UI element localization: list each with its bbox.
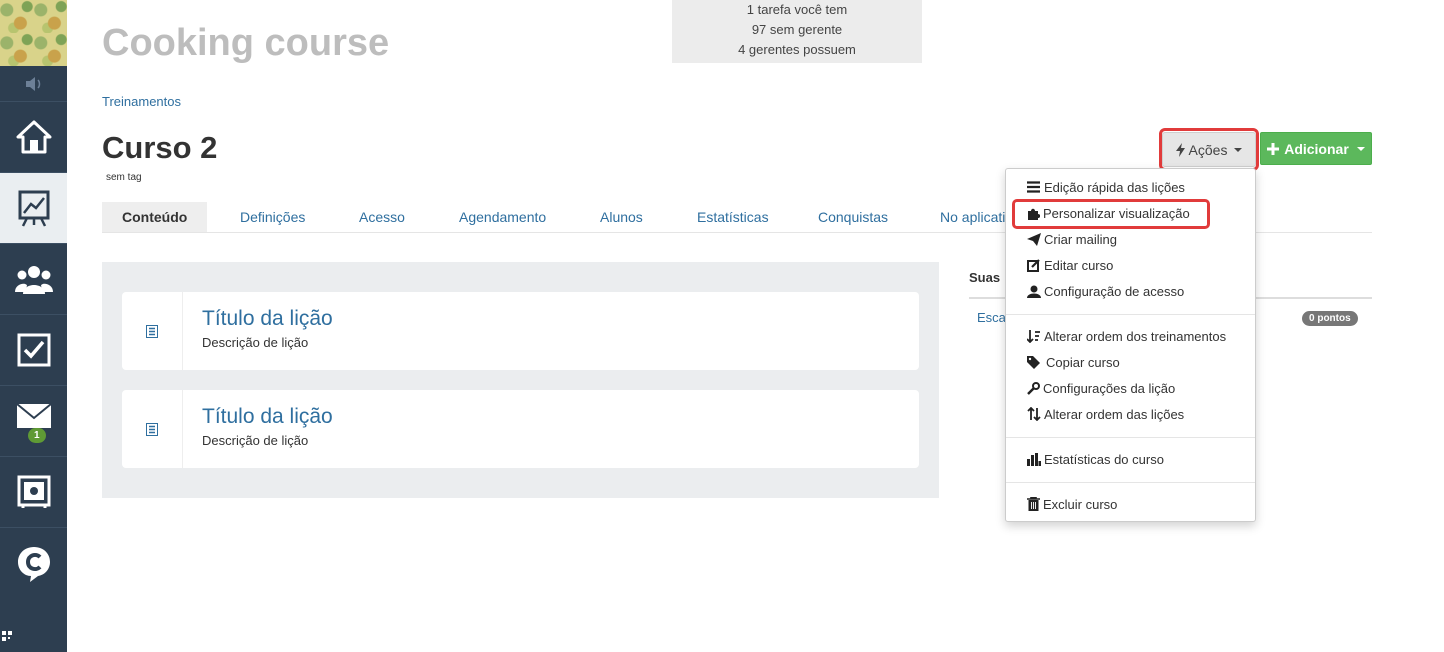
menu-item-label: Edição rápida das lições (1044, 179, 1185, 195)
wrench-icon (1027, 381, 1040, 395)
document-list-icon (146, 422, 158, 436)
plus-icon (1267, 142, 1280, 155)
home-icon (16, 120, 51, 154)
menu-item-label: Excluir curso (1043, 496, 1118, 512)
sidebar-item-settings[interactable] (0, 457, 67, 528)
sidebar: 1 (0, 0, 67, 652)
breadcrumb[interactable]: Treinamentos (102, 94, 181, 109)
tab-definitions[interactable]: Definições (240, 202, 305, 232)
menu-item-reorder-trainings[interactable]: Alterar ordem dos treinamentos (1027, 326, 1226, 346)
page-title: Curso 2 (102, 130, 218, 165)
menu-divider (1006, 314, 1255, 315)
add-button-label: Adicionar (1284, 140, 1349, 157)
task-summary-box[interactable]: 1 tarefa você tem 97 sem gerente 4 geren… (672, 0, 922, 63)
menu-item-label: Editar curso (1044, 257, 1114, 273)
menu-item-course-statistics[interactable]: Estatísticas do curso (1027, 449, 1164, 469)
trash-icon (1027, 497, 1040, 511)
add-button[interactable]: Adicionar (1260, 132, 1372, 165)
menu-item-label: Criar mailing (1044, 231, 1117, 247)
speaker-icon[interactable] (0, 66, 67, 102)
sidebar-item-trainings[interactable] (0, 173, 67, 244)
sidebar-item-tasks[interactable] (0, 315, 67, 386)
menu-item-lesson-settings[interactable]: Configurações da lição (1027, 378, 1175, 398)
menu-item-label: Alterar ordem das lições (1044, 406, 1185, 422)
menu-item-create-mailing[interactable]: Criar mailing (1027, 229, 1117, 249)
qr-code-icon[interactable] (2, 631, 12, 644)
list-icon (1027, 181, 1040, 193)
edit-icon (1027, 258, 1040, 272)
tasks-line: 1 tarefa você tem (746, 2, 848, 17)
envelope-icon (15, 403, 52, 428)
bar-chart-icon (1027, 452, 1041, 466)
menu-item-quick-edit[interactable]: Edição rápida das lições (1027, 177, 1185, 197)
menu-item-label: Estatísticas do curso (1044, 451, 1164, 467)
menu-item-access-config[interactable]: Configuração de acesso (1027, 281, 1184, 301)
lesson-icon-cell (122, 292, 183, 370)
sidebar-item-users[interactable] (0, 244, 67, 315)
tab-students[interactable]: Alunos (600, 202, 643, 232)
actions-button-highlight (1159, 128, 1259, 171)
tab-statistics[interactable]: Estatísticas (697, 202, 769, 232)
tab-access[interactable]: Acesso (359, 202, 405, 232)
menu-item-delete-course[interactable]: Excluir curso (1027, 494, 1117, 514)
menu-item-label: Copiar curso (1046, 354, 1120, 370)
lesson-title[interactable]: Título da lição (202, 405, 333, 429)
sidebar-item-home[interactable] (0, 102, 67, 173)
points-badge: 0 pontos (1302, 311, 1358, 326)
lesson-card[interactable]: Título da lição Descrição de lição (122, 292, 919, 370)
lesson-description: Descrição de lição (202, 335, 309, 350)
menu-item-label: Configuração de acesso (1044, 283, 1185, 299)
tab-schedule[interactable]: Agendamento (459, 202, 546, 232)
menu-divider (1006, 437, 1255, 438)
menu-item-edit-course[interactable]: Editar curso (1027, 255, 1113, 275)
lessons-panel: Título da lição Descrição de lição Títul… (102, 262, 939, 498)
caret-down-icon (1356, 146, 1365, 151)
tab-achievements[interactable]: Conquistas (818, 202, 888, 232)
managers-line: 4 gerentes possuem (738, 42, 856, 57)
sort-icon (1027, 407, 1041, 421)
tag-label: sem tag (106, 172, 142, 183)
tags-icon (1027, 355, 1040, 369)
message-count-badge: 1 (28, 428, 46, 443)
lesson-description: Descrição de lição (202, 433, 309, 448)
sidebar-item-messages[interactable]: 1 (0, 386, 67, 457)
paper-plane-icon (1027, 232, 1041, 246)
brand-logo[interactable] (0, 0, 67, 66)
menu-item-reorder-lessons[interactable]: Alterar ordem das lições (1027, 404, 1184, 424)
menu-item-label: Alterar ordem dos treinamentos (1044, 328, 1227, 344)
side-panel-link[interactable]: Esca (977, 310, 1006, 325)
chart-board-icon (18, 190, 49, 227)
menu-divider (1006, 482, 1255, 483)
no-manager-line: 97 sem gerente (751, 22, 843, 37)
lesson-card[interactable]: Título da lição Descrição de lição (122, 390, 919, 468)
safe-icon (17, 475, 50, 508)
menu-item-label: Configurações da lição (1043, 380, 1176, 396)
sidebar-item-chat[interactable] (0, 528, 67, 599)
menu-item-copy-course[interactable]: Copiar curso (1027, 352, 1120, 372)
customize-view-highlight (1012, 199, 1210, 229)
lesson-icon-cell (122, 390, 183, 468)
user-icon (1027, 285, 1041, 298)
app-title: Cooking course (102, 22, 390, 64)
users-icon (14, 266, 53, 294)
chat-logo-icon (17, 546, 50, 582)
lesson-title[interactable]: Título da lição (202, 307, 333, 331)
document-list-icon (146, 324, 158, 338)
checkbox-icon (17, 333, 50, 367)
tab-content[interactable]: Conteúdo (102, 202, 208, 232)
sort-amount-icon (1027, 329, 1040, 343)
